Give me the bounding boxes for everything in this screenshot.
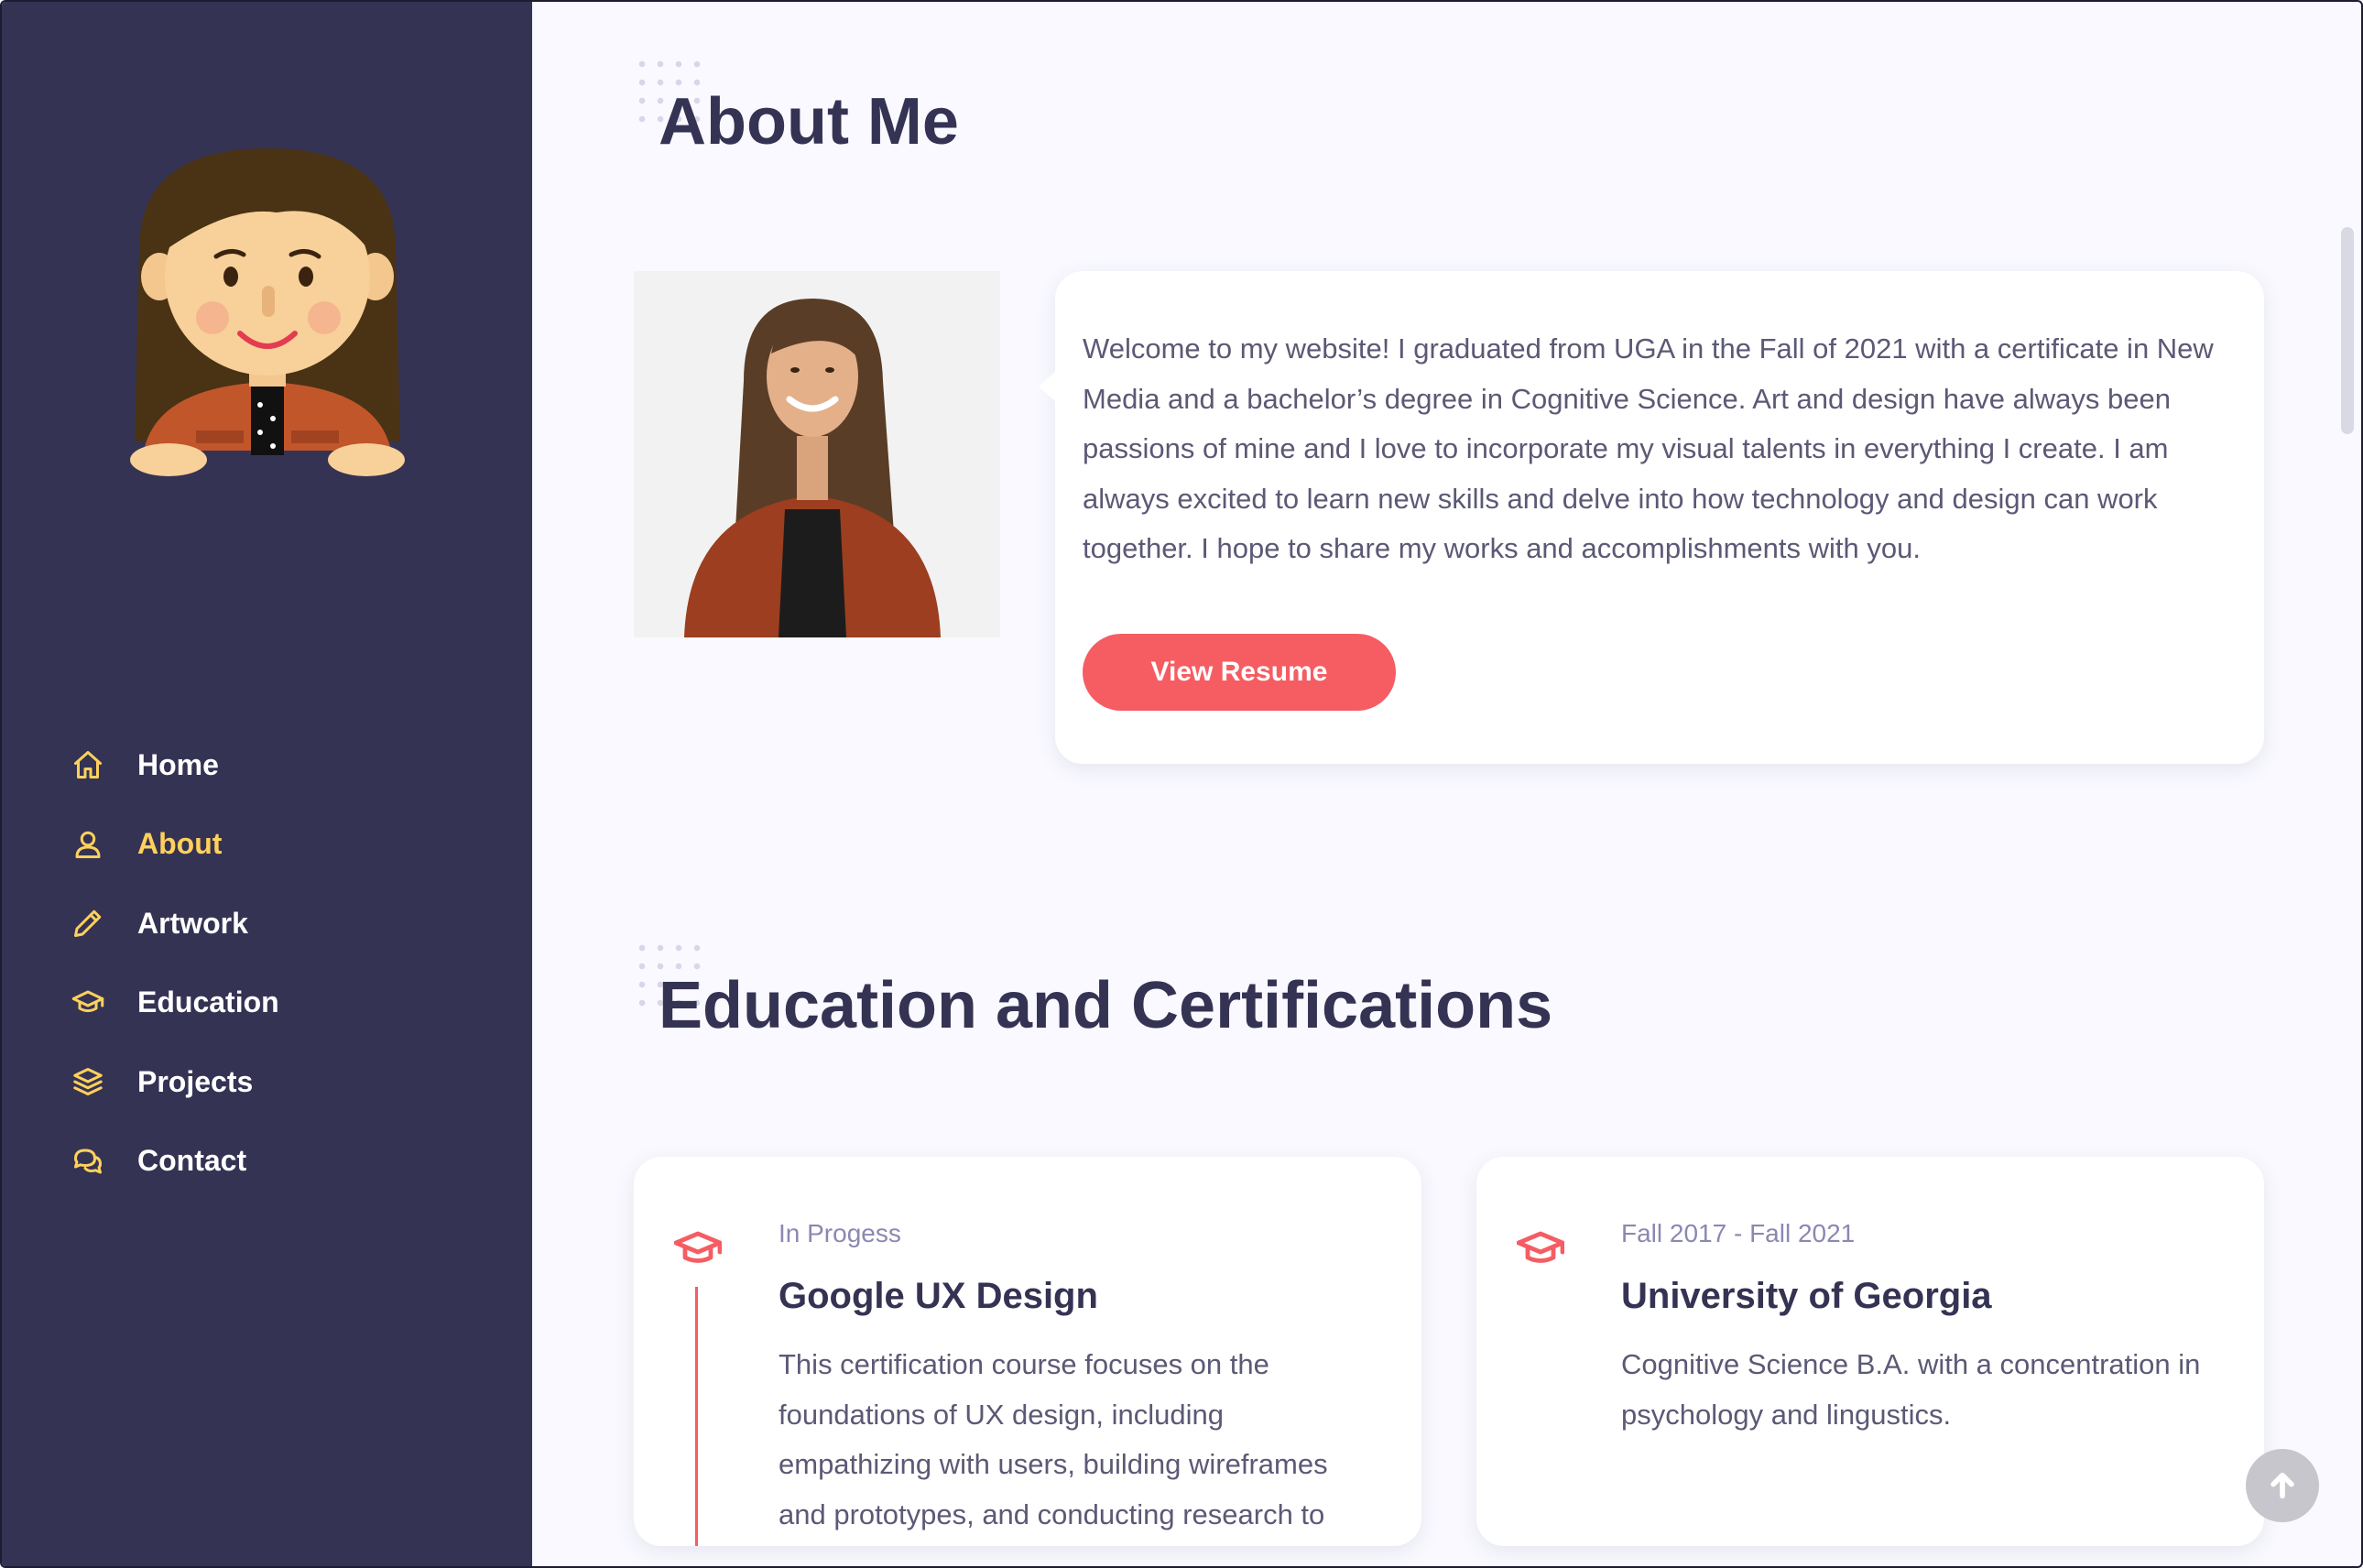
user-icon: [71, 828, 104, 861]
education-title: Education and Certifications: [659, 969, 1553, 1042]
sidebar-nav: Home About Artwork Education Projects Co…: [71, 725, 279, 1201]
graduation-cap-icon: [71, 986, 104, 1019]
profile-photo: [634, 271, 1000, 637]
education-description: Cognitive Science B.A. with a concentrat…: [1621, 1348, 2201, 1431]
avatar-illustration: [130, 148, 405, 476]
sidebar-item-artwork[interactable]: Artwork: [71, 884, 279, 964]
education-card: In Progess Google UX Design This certifi…: [634, 1157, 1421, 1546]
browser-window: Home About Artwork Education Projects Co…: [0, 0, 2363, 1568]
graduation-cap-icon: [673, 1230, 723, 1270]
education-name: University of Georgia: [1621, 1276, 1992, 1316]
sidebar-item-education[interactable]: Education: [71, 964, 279, 1043]
back-to-top-button[interactable]: [2246, 1449, 2319, 1522]
sidebar-item-label: Projects: [137, 1064, 254, 1098]
sidebar-item-label: About: [137, 827, 223, 861]
education-description: This certification course focuses on the…: [779, 1348, 1328, 1530]
about-text: Welcome to my website! I graduated from …: [1083, 332, 2214, 564]
sidebar: Home About Artwork Education Projects Co…: [2, 2, 532, 1566]
chat-bubbles-icon: [71, 1145, 104, 1178]
sidebar-item-label: Contact: [137, 1144, 247, 1178]
sidebar-item-about[interactable]: About: [71, 805, 279, 885]
sidebar-item-label: Education: [137, 985, 279, 1019]
education-date: Fall 2017 - Fall 2021: [1621, 1219, 1856, 1247]
scrollbar-thumb[interactable]: [2341, 227, 2354, 434]
arrow-up-icon: [2270, 1472, 2294, 1499]
home-icon: [71, 748, 104, 781]
timeline-line: [695, 1287, 698, 1546]
layers-icon: [71, 1065, 104, 1098]
education-name: Google UX Design: [779, 1276, 1098, 1316]
sidebar-item-contact[interactable]: Contact: [71, 1122, 279, 1202]
pencil-icon: [71, 907, 104, 940]
education-card: Fall 2017 - Fall 2021 University of Geor…: [1476, 1157, 2264, 1546]
profile-photo-illustration: [634, 271, 1000, 637]
education-date: In Progess: [779, 1219, 901, 1247]
graduation-cap-icon: [1516, 1230, 1565, 1270]
main-content: About Me Welcome to my website! I gradua…: [532, 2, 2361, 1566]
about-card: Welcome to my website! I graduated from …: [1039, 271, 2264, 764]
about-title: About Me: [659, 85, 959, 158]
view-resume-button[interactable]: View Resume: [1083, 634, 1396, 711]
sidebar-item-label: Artwork: [137, 906, 248, 940]
sidebar-item-home[interactable]: Home: [71, 725, 279, 805]
sidebar-item-label: Home: [137, 747, 219, 781]
sidebar-item-projects[interactable]: Projects: [71, 1042, 279, 1122]
